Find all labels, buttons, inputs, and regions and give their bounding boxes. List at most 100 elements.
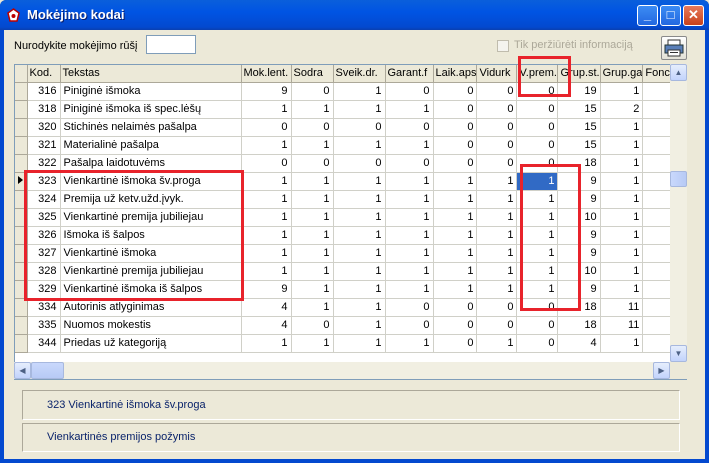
table-row[interactable]: 321 Materialinė pašalpa 1 1 1 1 0 0 0 15 1 [15,136,674,155]
table-cell[interactable] [642,190,674,209]
table-cell[interactable]: 1 [385,226,434,245]
table-cell[interactable]: 1 [241,136,292,155]
table-cell[interactable]: 1 [333,208,386,227]
table-cell[interactable]: 1 [385,262,434,281]
table-cell[interactable]: 0 [333,118,386,137]
table-cell[interactable]: 11 [600,316,644,335]
table-cell[interactable]: 1 [291,226,334,245]
table-cell[interactable]: 0 [385,154,434,173]
table-cell[interactable]: 1 [241,334,292,353]
table-cell[interactable]: 1 [476,262,518,281]
table-cell[interactable] [642,262,674,281]
table-cell[interactable]: 318 [27,100,61,119]
table-cell[interactable]: 1 [433,208,478,227]
horizontal-scrollbar[interactable]: ◀ ▶ [14,362,670,379]
table-cell[interactable]: 1 [476,172,518,191]
table-cell[interactable]: 1 [600,118,644,137]
table-cell[interactable]: 4 [241,316,292,335]
table-cell[interactable]: Priedas už kategoriją [60,334,242,353]
row-indicator[interactable] [15,82,28,101]
table-cell[interactable]: 1 [600,172,644,191]
table-cell[interactable]: 1 [385,208,434,227]
table-cell[interactable]: 1 [433,244,478,263]
column-header[interactable]: Vidurk [476,65,518,83]
table-row[interactable]: 320 Stichinės nelaimės pašalpa 0 0 0 0 0 0 0 15 1 [15,118,674,137]
table-cell[interactable]: 15 [557,100,601,119]
table-cell[interactable]: 1 [333,334,386,353]
row-indicator[interactable] [15,334,28,353]
table-cell[interactable]: 4 [557,334,601,353]
column-header[interactable]: Tekstas [60,65,242,83]
close-button[interactable]: ✕ [683,5,704,26]
table-row[interactable]: 316 Piniginė išmoka 9 0 1 0 0 0 0 19 1 [15,82,674,101]
table-cell[interactable] [642,208,674,227]
table-cell[interactable]: 1 [333,172,386,191]
row-indicator[interactable] [15,136,28,155]
table-cell[interactable]: 1 [291,208,334,227]
table-cell[interactable]: 1 [600,244,644,263]
table-cell[interactable]: 1 [600,154,644,173]
table-cell[interactable]: 1 [476,244,518,263]
table-cell[interactable]: 0 [241,118,292,137]
table-cell[interactable]: 0 [433,154,478,173]
table-cell[interactable]: 1 [241,262,292,281]
table-cell[interactable]: 4 [241,298,292,317]
table-cell[interactable]: 1 [333,136,386,155]
table-cell[interactable]: 0 [433,298,478,317]
table-row[interactable]: 318 Piniginė išmoka iš spec.lėšų 1 1 1 1 0 0 0 15… [15,100,674,119]
table-cell[interactable] [642,136,674,155]
table-cell[interactable]: 15 [557,118,601,137]
table-cell[interactable]: 1 [241,208,292,227]
table-cell[interactable]: 1 [385,190,434,209]
table-cell[interactable]: 0 [385,316,434,335]
table-cell[interactable]: 0 [433,100,478,119]
table-cell[interactable]: Piniginė išmoka [60,82,242,101]
table-cell[interactable]: 321 [27,136,61,155]
table-cell[interactable]: 1 [385,244,434,263]
table-cell[interactable]: 1 [476,334,518,353]
table-cell[interactable] [642,334,674,353]
print-button[interactable] [661,36,687,60]
table-cell[interactable]: 1 [291,262,334,281]
scroll-left-button[interactable]: ◀ [14,362,31,379]
table-cell[interactable]: 18 [557,316,601,335]
table-cell[interactable]: 1 [333,298,386,317]
table-cell[interactable]: 1 [333,82,386,101]
row-indicator[interactable] [15,316,28,335]
table-cell[interactable]: 0 [516,100,559,119]
table-cell[interactable]: Stichinės nelaimės pašalpa [60,118,242,137]
table-cell[interactable]: 1 [600,82,644,101]
table-cell[interactable]: 0 [476,100,518,119]
table-cell[interactable]: 1 [433,226,478,245]
table-cell[interactable]: 2 [600,100,644,119]
table-cell[interactable]: 0 [516,316,559,335]
table-cell[interactable]: 0 [476,316,518,335]
table-cell[interactable]: 0 [385,118,434,137]
table-cell[interactable]: 1 [241,226,292,245]
column-header[interactable]: Laik.aps [433,65,478,83]
table-cell[interactable] [642,172,674,191]
vertical-scroll-thumb[interactable] [670,171,687,187]
table-cell[interactable]: Piniginė išmoka iš spec.lėšų [60,100,242,119]
table-cell[interactable]: 9 [241,82,292,101]
table-cell[interactable]: 344 [27,334,61,353]
table-cell[interactable] [642,280,674,299]
table-cell[interactable]: 0 [241,154,292,173]
table-cell[interactable]: 1 [476,190,518,209]
table-cell[interactable]: 1 [333,190,386,209]
row-indicator[interactable] [15,100,28,119]
table-cell[interactable]: Materialinė pašalpa [60,136,242,155]
table-cell[interactable]: 0 [516,334,559,353]
table-cell[interactable] [642,100,674,119]
table-cell[interactable]: 0 [291,82,334,101]
scroll-down-button[interactable]: ▼ [670,345,687,362]
table-cell[interactable]: 1 [241,100,292,119]
table-cell[interactable]: 0 [516,136,559,155]
table-cell[interactable]: 1 [241,244,292,263]
table-cell[interactable]: 1 [385,334,434,353]
column-header[interactable]: Fonc [642,65,674,83]
table-cell[interactable]: 1 [291,100,334,119]
table-cell[interactable]: 0 [333,154,386,173]
table-cell[interactable]: 0 [476,154,518,173]
table-cell[interactable]: 1 [600,280,644,299]
